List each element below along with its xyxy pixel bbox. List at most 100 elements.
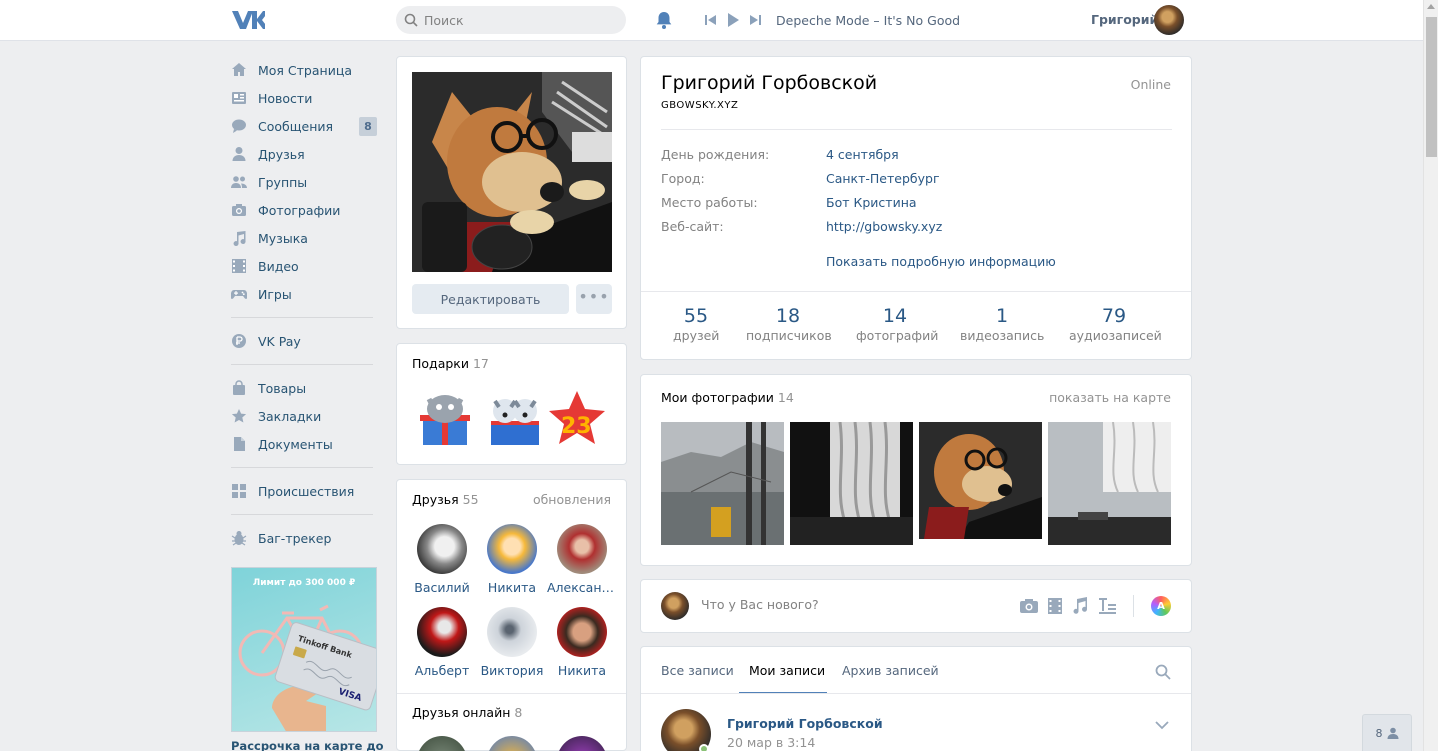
friend-item[interactable]: Александ... <box>547 524 617 595</box>
counter-videos[interactable]: 1 видеозапись <box>960 305 1044 343</box>
gift-23-star-icon[interactable]: 23 <box>547 389 607 449</box>
online-friends-counter[interactable]: 8 <box>1362 714 1412 751</box>
friend-name[interactable]: Василий <box>407 580 477 595</box>
ad-caption[interactable]: Рассрочка на карте до <box>231 739 384 751</box>
counter-friends[interactable]: 55 друзей <box>673 305 719 343</box>
menu-item-music[interactable]: Музыка <box>231 224 377 252</box>
online-friend-avatar[interactable] <box>487 736 537 751</box>
header-avatar[interactable] <box>1154 5 1184 35</box>
gifts-panel[interactable]: Подарки 17 23 <box>396 343 627 465</box>
attach-video-icon[interactable] <box>1045 597 1065 615</box>
friend-name[interactable]: Никита <box>477 580 547 595</box>
menu-item-news[interactable]: Новости <box>231 84 377 112</box>
scrollbar-thumb[interactable] <box>1426 17 1437 157</box>
left-menu: Моя Страница Новости Сообщения 8 Друзья … <box>231 56 377 552</box>
attach-photo-icon[interactable] <box>1019 597 1039 615</box>
menu-item-bookmarks[interactable]: Закладки <box>231 402 377 430</box>
menu-item-photos[interactable]: Фотографии <box>231 196 377 224</box>
photo-thumbnail[interactable] <box>1048 422 1171 545</box>
menu-item-goods[interactable]: Товары <box>231 374 377 402</box>
photo-thumbnail[interactable] <box>790 422 913 545</box>
article-icon[interactable] <box>1097 597 1117 615</box>
menu-item-documents[interactable]: Документы <box>231 430 377 458</box>
friend-avatar[interactable] <box>417 524 467 574</box>
menu-item-bugtracker[interactable]: Баг-трекер <box>231 524 377 552</box>
header-user-name[interactable]: Григорий <box>1091 12 1158 27</box>
counter-audios[interactable]: 79 аудиозаписей <box>1069 305 1162 343</box>
vk-logo[interactable] <box>231 9 265 31</box>
play-icon[interactable] <box>726 12 740 28</box>
current-track[interactable]: Depeche Mode – It's No Good <box>776 13 960 28</box>
counter-number: 55 <box>683 305 709 327</box>
search-box[interactable] <box>396 6 626 34</box>
post-author-selector-icon[interactable]: A <box>1151 596 1171 616</box>
advertisement-banner[interactable]: Лимит до 300 000 ₽ Tinkoff Bank VISA <box>231 567 377 732</box>
friend-avatar[interactable] <box>557 524 607 574</box>
info-value-link[interactable]: Санкт-Петербург <box>826 171 940 186</box>
menu-item-messages[interactable]: Сообщения 8 <box>231 112 377 140</box>
tab-archive[interactable]: Архив записей <box>842 663 939 678</box>
counter-followers[interactable]: 18 подписчиков <box>746 305 832 343</box>
friend-item[interactable]: Василий <box>407 524 477 595</box>
friend-avatar[interactable] <box>487 524 537 574</box>
friend-name[interactable]: Виктория <box>477 663 547 678</box>
photo-thumbnail[interactable] <box>919 422 1042 539</box>
next-track-icon[interactable] <box>749 13 762 27</box>
menu-item-video[interactable]: Видео <box>231 252 377 280</box>
friend-avatar[interactable] <box>557 607 607 657</box>
friend-item[interactable]: Альберт <box>407 607 477 678</box>
search-input[interactable] <box>424 6 620 34</box>
friend-name[interactable]: Никита <box>547 663 617 678</box>
gamepad-icon <box>231 290 247 299</box>
info-value-link[interactable]: 4 сентября <box>826 147 899 162</box>
tab-all-posts[interactable]: Все записи <box>661 663 734 678</box>
online-friend-avatar[interactable] <box>557 736 607 751</box>
info-value-link[interactable]: Бот Кристина <box>826 195 917 210</box>
friend-item[interactable]: Никита <box>477 524 547 595</box>
friend-item[interactable]: Виктория <box>477 607 547 678</box>
counter-photos[interactable]: 14 фотографий <box>856 305 938 343</box>
menu-item-games[interactable]: Игры <box>231 280 377 308</box>
new-post-input[interactable]: Что у Вас нового? <box>701 597 819 612</box>
show-more-info-link[interactable]: Показать подробную информацию <box>826 254 1056 269</box>
online-friend-avatar[interactable] <box>417 736 467 751</box>
info-value-link[interactable]: http://gbowsky.xyz <box>826 219 942 234</box>
gift-huskies-box-icon[interactable] <box>485 389 545 449</box>
post-author-name[interactable]: Григорий Горбовской <box>727 716 883 731</box>
chevron-down-icon[interactable] <box>1155 720 1169 730</box>
wall-search-icon[interactable] <box>1155 664 1171 680</box>
scroll-up-arrow-icon[interactable] <box>1427 4 1435 9</box>
friends-updates-link[interactable]: обновления <box>533 492 611 507</box>
more-actions-button[interactable]: ••• <box>576 284 612 314</box>
friend-item[interactable]: Никита <box>547 607 617 678</box>
friend-name[interactable]: Александ... <box>547 580 617 595</box>
menu-label: Товары <box>258 380 307 396</box>
photos-header[interactable]: Мои фотографии 14 <box>661 390 794 405</box>
menu-item-groups[interactable]: Группы <box>231 168 377 196</box>
friends-header[interactable]: Друзья 55 <box>412 492 479 507</box>
friend-avatar[interactable] <box>417 607 467 657</box>
gift-cat-box-icon[interactable] <box>415 389 475 449</box>
new-post-avatar[interactable] <box>661 592 689 620</box>
menu-item-friends[interactable]: Друзья <box>231 140 377 168</box>
menu-item-my-page[interactable]: Моя Страница <box>231 56 377 84</box>
menu-item-incidents[interactable]: Происшествия <box>231 477 377 505</box>
attach-music-icon[interactable] <box>1070 597 1090 615</box>
friend-name[interactable]: Альберт <box>407 663 477 678</box>
photo-thumbnail[interactable] <box>661 422 784 545</box>
friend-avatar[interactable] <box>487 607 537 657</box>
bell-icon[interactable] <box>654 10 674 30</box>
page-scrollbar[interactable] <box>1423 0 1438 751</box>
menu-divider <box>231 364 373 365</box>
profile-photo[interactable] <box>412 72 612 272</box>
menu-label: Моя Страница <box>258 62 352 78</box>
friends-online-header[interactable]: Друзья онлайн 8 <box>412 705 522 720</box>
gifts-header[interactable]: Подарки 17 <box>412 356 489 371</box>
post-date[interactable]: 20 мар в 3:14 <box>727 735 815 750</box>
profile-status[interactable]: GBOWSKY.XYZ <box>661 100 738 111</box>
show-on-map-link[interactable]: показать на карте <box>1049 390 1171 405</box>
edit-profile-button[interactable]: Редактировать <box>412 284 569 314</box>
tab-my-posts[interactable]: Мои записи <box>749 663 825 678</box>
previous-track-icon[interactable] <box>704 13 717 27</box>
menu-item-vk-pay[interactable]: VK Pay <box>231 327 377 355</box>
